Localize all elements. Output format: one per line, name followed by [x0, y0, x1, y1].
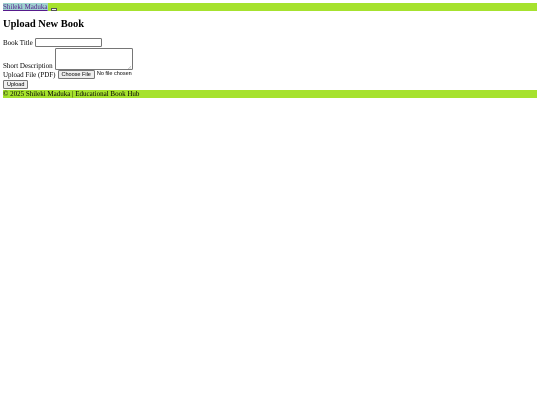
page-title: Upload New Book [3, 19, 85, 30]
nav-toggle-button[interactable] [50, 7, 57, 11]
footer-text: © 2025 Shileki Maduka | Educational Book… [3, 90, 140, 98]
page-container: Shileki Maduka Upload New Book Book Titl… [3, 3, 537, 98]
upload-form: Book Title Short Description Upload File… [3, 38, 537, 89]
file-upload-label: Upload File (PDF) [3, 70, 56, 79]
choose-file-button[interactable]: Choose File [57, 70, 95, 79]
upload-button[interactable]: Upload [3, 80, 29, 89]
top-navbar: Shileki Maduka [3, 3, 537, 11]
book-title-label: Book Title [3, 39, 33, 47]
resize-grip-icon[interactable] [128, 65, 132, 69]
short-description-textarea[interactable] [54, 48, 133, 70]
file-upload-row: Upload File (PDF) Choose File No file ch… [3, 70, 537, 79]
short-description-label: Short Description [3, 62, 53, 70]
book-title-input[interactable] [34, 38, 102, 47]
short-description-row: Short Description [3, 48, 537, 70]
book-title-row: Book Title [3, 38, 537, 47]
brand-link[interactable]: Shileki Maduka [3, 3, 48, 11]
footer: © 2025 Shileki Maduka | Educational Book… [3, 90, 537, 98]
file-status-text: No file chosen [96, 71, 132, 77]
